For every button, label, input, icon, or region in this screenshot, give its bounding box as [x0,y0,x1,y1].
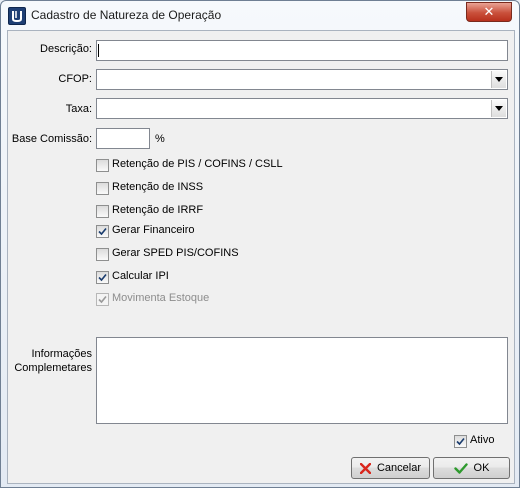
checkmark-icon [456,437,465,446]
descricao-input[interactable] [96,40,508,61]
cancel-x-icon [359,462,371,474]
checkmark-icon [98,295,107,304]
checkbox-label: Retenção de IRRF [112,204,204,216]
form-panel: Descrição: CFOP: Taxa: Base Comissão: % [7,30,515,484]
checkbox-box[interactable] [96,248,109,261]
cfop-label: CFOP: [58,73,92,85]
checkbox-box [96,293,109,306]
checkmark-icon [98,227,107,236]
dialog-window: Cadastro de Natureza de Operação ✕ Descr… [0,0,520,488]
close-icon: ✕ [483,4,495,19]
checkbox-box[interactable] [96,271,109,284]
ok-button-label: OK [473,462,490,474]
checkbox-label: Retenção de PIS / COFINS / CSLL [112,158,283,170]
checkmark-icon [453,462,468,474]
percent-label: % [155,133,165,145]
checkbox-box[interactable] [96,225,109,238]
cancel-button-label: Cancelar [376,462,422,474]
checkmark-icon [98,273,107,282]
app-logo-icon [8,7,26,25]
chevron-down-icon [495,77,503,82]
descricao-label: Descrição: [40,43,92,55]
checkbox-label: Gerar Financeiro [112,224,195,236]
checkbox-box[interactable] [454,435,467,448]
checkbox-label: Calcular IPI [112,270,169,282]
informacoes-label-line-1: Informações [31,348,92,360]
title-bar[interactable]: Cadastro de Natureza de Operação ✕ [1,1,519,29]
checkbox-box[interactable] [96,182,109,195]
checkbox-label: Retenção de INSS [112,181,204,193]
checkbox-label: Gerar SPED PIS/COFINS [112,247,239,259]
text-caret [98,44,99,57]
informacoes-label-line-2: Complemetares [14,362,92,374]
base-comissao-label: Base Comissão: [11,133,92,145]
ok-button[interactable]: OK [433,457,510,479]
cfop-dropdown-arrow[interactable] [491,71,506,88]
checkbox-label: Ativo [470,434,495,446]
checkbox-box[interactable] [96,159,109,172]
taxa-dropdown-arrow[interactable] [491,100,506,117]
taxa-select[interactable] [96,98,508,119]
base-comissao-input[interactable] [96,128,150,149]
taxa-label: Taxa: [65,103,92,115]
chevron-down-icon [495,106,503,111]
checkbox-box[interactable] [96,205,109,218]
cfop-select[interactable] [96,69,508,90]
window-title: Cadastro de Natureza de Operação [31,8,222,22]
close-button[interactable]: ✕ [466,2,512,22]
checkbox-label: Movimenta Estoque [112,292,210,304]
cancel-button[interactable]: Cancelar [351,457,430,479]
informacoes-textarea[interactable] [96,337,508,424]
